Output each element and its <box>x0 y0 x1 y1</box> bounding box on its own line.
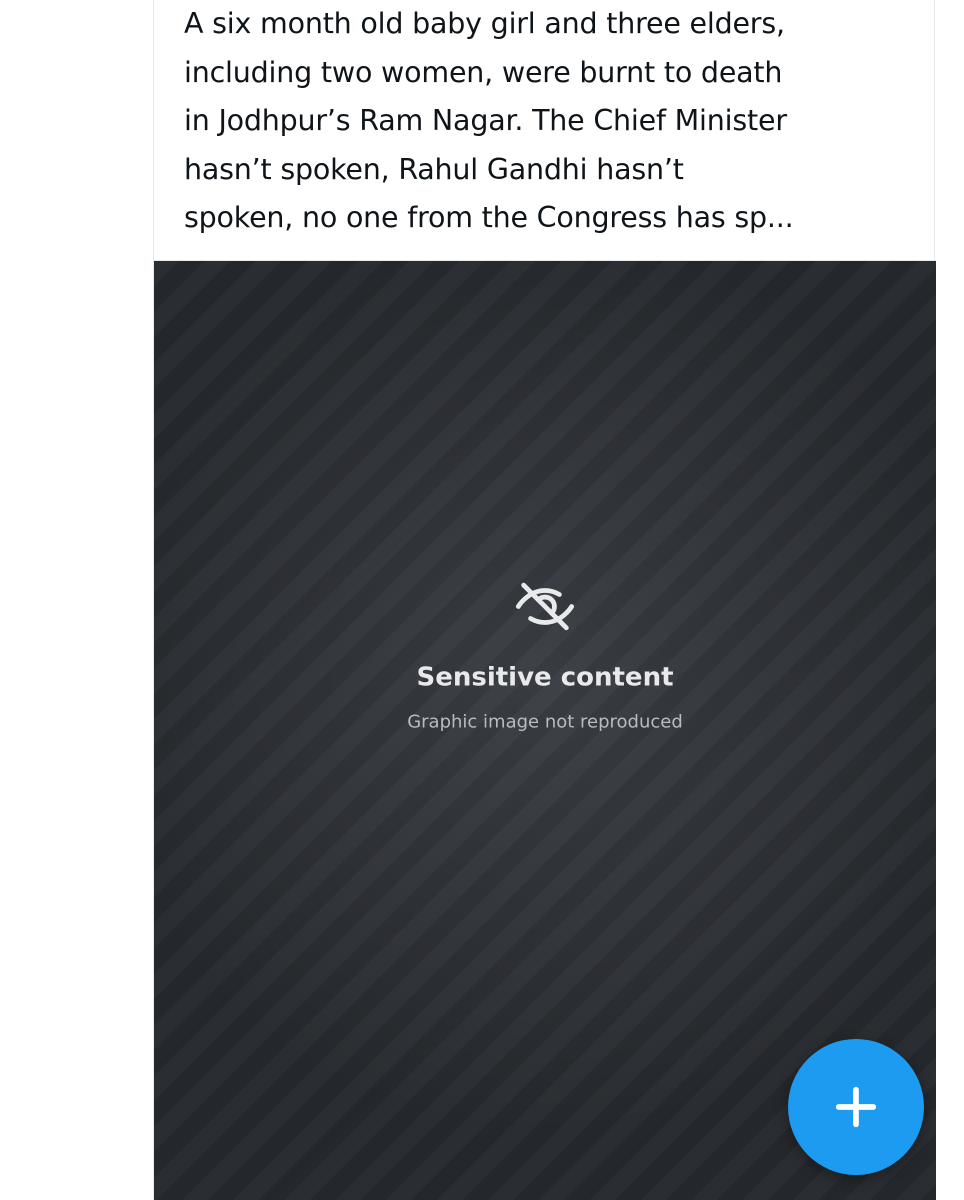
eye-off-icon <box>515 583 575 631</box>
plus-icon <box>835 1086 877 1128</box>
post-text[interactable]: A six month old baby girl and three elde… <box>184 0 914 243</box>
sensitive-content-description: Graphic image not reproduced <box>407 711 683 733</box>
post-card[interactable]: A six month old baby girl and three elde… <box>153 0 936 1200</box>
app-screen: A six month old baby girl and three elde… <box>0 0 964 1200</box>
sensitive-content-title: Sensitive content <box>416 662 674 693</box>
compose-post-button[interactable] <box>788 1039 924 1175</box>
sensitive-content-placeholder: Sensitive content Graphic image not repr… <box>310 575 780 736</box>
